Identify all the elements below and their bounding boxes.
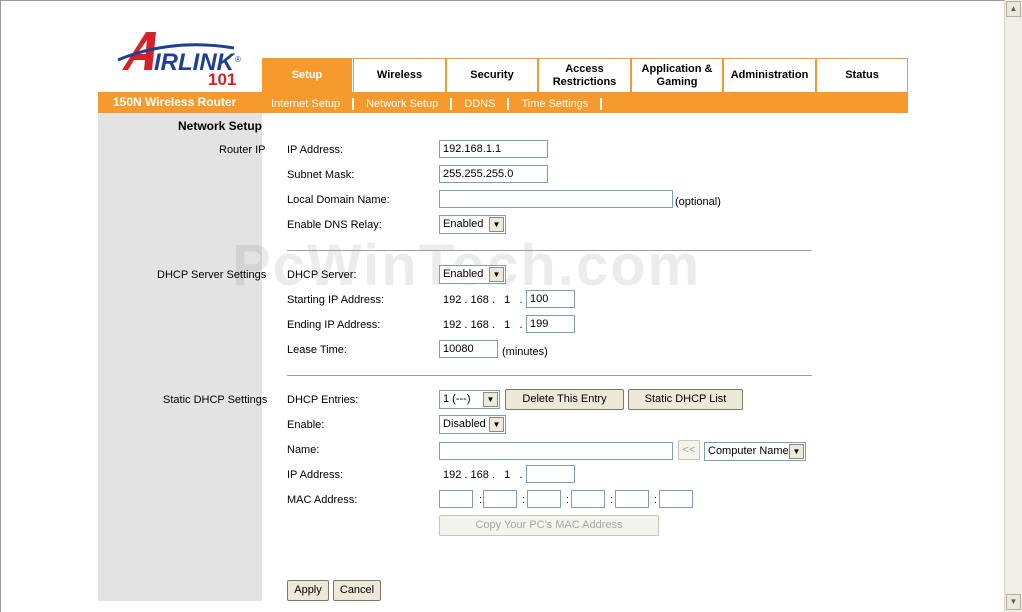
divider [287, 375, 812, 376]
enable-select[interactable]: Disabled ▼ [439, 415, 506, 434]
cancel-button[interactable]: Cancel [333, 580, 381, 601]
dhcp-server-label: DHCP Server: [287, 269, 357, 281]
logo-number: 101 [208, 70, 236, 88]
section-router-ip: Router IP [219, 144, 266, 156]
chevron-down-icon: ▼ [489, 417, 504, 432]
dhcp-entries-label: DHCP Entries: [287, 394, 359, 406]
dhcp-server-select[interactable]: Enabled ▼ [439, 265, 506, 284]
tab-access-restrictions[interactable]: Access Restrictions [538, 58, 631, 92]
delete-entry-button[interactable]: Delete This Entry [505, 389, 624, 410]
lease-time-input[interactable] [439, 340, 498, 358]
airlink-logo: IRLINK ® 101 [116, 26, 256, 89]
tab-wireless[interactable]: Wireless [353, 58, 446, 92]
section-static-dhcp: Static DHCP Settings [163, 394, 268, 406]
chevron-down-icon: ▼ [483, 392, 498, 407]
mac-octet-1[interactable] [439, 490, 473, 508]
domain-name-input[interactable] [439, 190, 673, 208]
main-tabs: Setup Wireless Security Access Restrictio… [262, 58, 908, 92]
starting-ip-label: Starting IP Address: [287, 294, 385, 306]
subnav: Internet Setup Network Setup DDNS Time S… [271, 98, 614, 110]
lease-time-label: Lease Time: [287, 344, 347, 356]
mac-octet-2[interactable] [483, 490, 517, 508]
ip-address-input[interactable] [439, 140, 548, 158]
ending-ip-input[interactable] [526, 315, 575, 333]
chevron-down-icon: ▼ [489, 217, 504, 232]
computer-name-select[interactable]: Computer Name ▼ [704, 442, 806, 461]
product-name: 150N Wireless Router [113, 95, 237, 109]
scroll-up-icon[interactable]: ▲ [1006, 1, 1021, 17]
ending-ip-label: Ending IP Address: [287, 319, 381, 331]
subnav-internet-setup[interactable]: Internet Setup [271, 98, 340, 110]
chevron-down-icon: ▼ [489, 267, 504, 282]
copy-name-button[interactable]: << [678, 440, 700, 460]
tab-administration[interactable]: Administration [723, 58, 816, 92]
name-input[interactable] [439, 442, 673, 460]
subnav-ddns[interactable]: DDNS [464, 98, 495, 110]
vertical-scrollbar[interactable]: ▲ ▼ [1004, 0, 1022, 612]
optional-note: (optional) [675, 196, 721, 208]
name-label: Name: [287, 444, 320, 456]
mac-octet-6[interactable] [659, 490, 693, 508]
tab-security[interactable]: Security [446, 58, 538, 92]
tab-setup[interactable]: Setup [262, 58, 353, 92]
dns-relay-label: Enable DNS Relay: [287, 219, 382, 231]
dhcp-entries-select[interactable]: 1 (---) ▼ [439, 390, 500, 409]
static-ip-label: IP Address: [287, 469, 344, 481]
enable-label: Enable: [287, 419, 325, 431]
divider [287, 250, 812, 251]
static-dhcp-list-button[interactable]: Static DHCP List [628, 389, 743, 410]
subnet-mask-input[interactable] [439, 165, 548, 183]
subnet-mask-label: Subnet Mask: [287, 169, 355, 181]
section-dhcp-server: DHCP Server Settings [157, 269, 267, 281]
svg-text:®: ® [235, 55, 241, 64]
left-column [98, 113, 262, 601]
starting-ip-input[interactable] [526, 290, 575, 308]
static-ip-prefix: 192 . 168 . 1 . [443, 469, 523, 481]
ip-address-label: IP Address: [287, 144, 344, 156]
static-ip-input[interactable] [526, 465, 575, 483]
subnav-network-setup[interactable]: Network Setup [366, 98, 438, 110]
tab-application-gaming[interactable]: Application & Gaming [631, 58, 723, 92]
lease-unit: (minutes) [502, 346, 548, 358]
domain-name-label: Local Domain Name: [287, 194, 390, 206]
mac-address-label: MAC Address: [287, 494, 358, 506]
starting-ip-prefix: 192 . 168 . 1 . [443, 294, 523, 306]
tab-status[interactable]: Status [816, 58, 908, 92]
scroll-down-icon[interactable]: ▼ [1006, 594, 1021, 610]
page-title: Network Setup [178, 119, 263, 133]
copy-mac-button[interactable]: Copy Your PC's MAC Address [439, 515, 659, 536]
dns-relay-select[interactable]: Enabled ▼ [439, 215, 506, 234]
mac-octet-3[interactable] [527, 490, 561, 508]
ending-ip-prefix: 192 . 168 . 1 . [443, 319, 523, 331]
subnav-time-settings[interactable]: Time Settings [521, 98, 588, 110]
mac-octet-5[interactable] [615, 490, 649, 508]
chevron-down-icon: ▼ [789, 444, 804, 459]
apply-button[interactable]: Apply [287, 580, 329, 601]
mac-octet-4[interactable] [571, 490, 605, 508]
